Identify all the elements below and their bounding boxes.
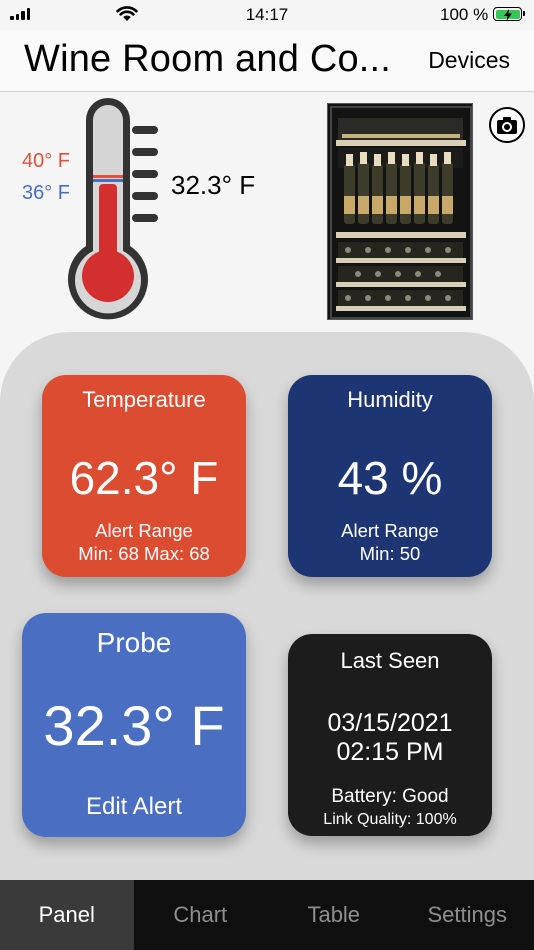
last-seen-card: Last Seen 03/15/2021 02:15 PM Battery: G…	[288, 634, 492, 836]
link-quality: Link Quality: 100%	[323, 811, 457, 828]
probe-reading: 32.3° F	[171, 170, 256, 200]
temperature-card[interactable]: Temperature 62.3° F Alert Range Min: 68 …	[42, 375, 246, 577]
thermometer-icon	[68, 98, 158, 320]
probe-value: 32.3° F	[43, 694, 225, 757]
probe-card[interactable]: Probe 32.3° F Edit Alert	[22, 613, 246, 837]
status-bar: 14:17 100 %	[0, 0, 534, 30]
alert-range-values: Min: 50	[359, 543, 421, 564]
page-title: Wine Room and Co...	[24, 38, 392, 80]
last-seen-date: 03/15/2021	[327, 709, 453, 737]
tab-table[interactable]: Table	[267, 880, 401, 950]
devices-button[interactable]: Devices	[428, 47, 510, 74]
alert-range-label: Alert Range	[341, 520, 439, 541]
tab-bar: Panel Chart Table Settings	[0, 880, 534, 950]
card-title: Humidity	[347, 387, 433, 412]
humidity-card[interactable]: Humidity 43 % Alert Range Min: 50	[288, 375, 492, 577]
card-title: Last Seen	[340, 648, 440, 673]
tab-chart[interactable]: Chart	[134, 880, 268, 950]
battery-percent: 100 %	[440, 5, 489, 24]
device-photo	[327, 103, 473, 320]
alert-range-values: Min: 68 Max: 68	[78, 543, 210, 564]
camera-icon[interactable]	[489, 107, 525, 143]
alert-range-label: Alert Range	[95, 520, 193, 541]
tab-settings[interactable]: Settings	[401, 880, 534, 950]
nav-header: Wine Room and Co... Devices	[0, 30, 534, 92]
temperature-value: 62.3° F	[69, 452, 219, 504]
card-title: Probe	[96, 627, 172, 658]
battery-charging-icon	[493, 7, 525, 21]
edit-alert-button[interactable]: Edit Alert	[22, 793, 246, 821]
tab-panel[interactable]: Panel	[0, 880, 134, 950]
card-title: Temperature	[82, 387, 206, 412]
humidity-value: 43 %	[337, 452, 443, 504]
last-seen-time: 02:15 PM	[336, 738, 444, 766]
battery-status: Battery: Good	[331, 786, 449, 807]
